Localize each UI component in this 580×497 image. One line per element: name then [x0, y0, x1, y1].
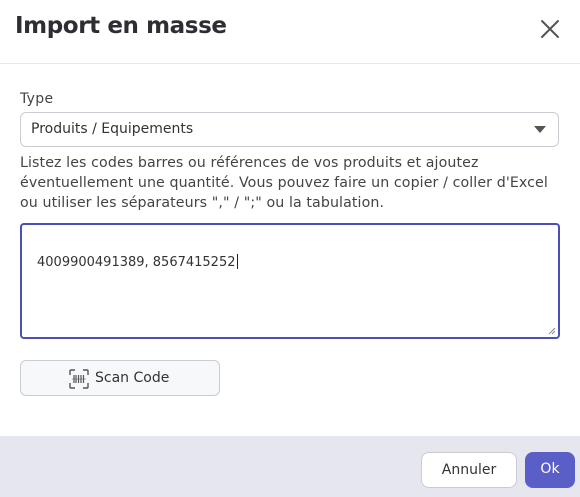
dialog-title: Import en masse [15, 13, 227, 39]
type-select[interactable]: Produits / Equipements [20, 112, 559, 147]
scan-code-label: Scan Code [95, 370, 170, 386]
scan-code-button[interactable]: Scan Code [20, 360, 220, 396]
type-label: Type [20, 91, 54, 107]
text-cursor [236, 254, 238, 269]
barcode-scan-icon [69, 369, 89, 389]
close-icon[interactable] [538, 17, 562, 41]
resize-handle-icon[interactable] [548, 327, 556, 335]
help-text: Listez les codes barres ou références de… [20, 155, 548, 211]
caret-down-icon [534, 126, 546, 133]
cancel-button-label: Annuler [441, 462, 497, 478]
cancel-button[interactable]: Annuler [421, 452, 517, 488]
type-select-value: Produits / Equipements [31, 121, 194, 137]
ok-button[interactable]: Ok [525, 452, 575, 488]
dialog-footer: Annuler Ok [0, 436, 580, 497]
codes-textarea[interactable]: 4009900491389, 8567415252 [20, 223, 560, 339]
dialog-header: Import en masse [0, 0, 580, 64]
ok-button-label: Ok [540, 461, 560, 477]
codes-textarea-value: 4009900491389, 8567415252 [37, 254, 238, 270]
